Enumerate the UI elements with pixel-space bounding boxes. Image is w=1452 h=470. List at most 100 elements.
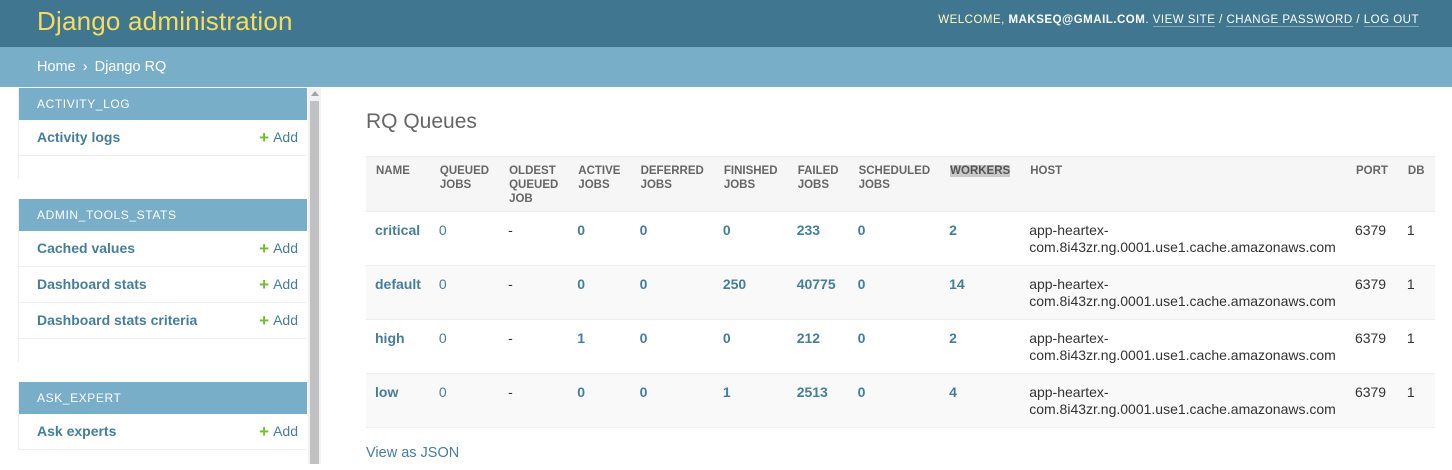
plus-icon: + <box>259 239 270 258</box>
module-caption[interactable]: ASK_EXPERT <box>19 382 307 414</box>
module-admin-tools-stats: ADMIN_TOOLS_STATS Cached values + Add Das… <box>18 199 307 362</box>
col-header-finished-jobs[interactable]: FINISHED JOBS <box>713 156 788 212</box>
add-activity-log-button[interactable]: + Add <box>259 128 298 147</box>
plus-icon: + <box>259 275 270 294</box>
db-cell: 1 <box>1397 265 1435 320</box>
deferred-jobs-link[interactable]: 0 <box>640 384 648 400</box>
site-brand[interactable]: Django administration <box>37 6 293 37</box>
finished-jobs-link[interactable]: 250 <box>723 276 746 292</box>
col-header-active-jobs[interactable]: ACTIVE JOBS <box>568 156 631 212</box>
model-row-ask-experts: Ask experts + Add <box>19 414 307 450</box>
workers-link[interactable]: 4 <box>949 384 957 400</box>
plus-icon: + <box>259 422 270 441</box>
breadcrumb-separator: › <box>82 59 88 75</box>
module-activity-log: ACTIVITY_LOG Activity logs + Add <box>18 88 307 179</box>
queued-jobs-link[interactable]: 0 <box>439 222 447 238</box>
queued-jobs-link[interactable]: 0 <box>439 276 447 292</box>
queued-jobs-link[interactable]: 0 <box>439 330 447 346</box>
log-out-link[interactable]: LOG OUT <box>1363 14 1419 27</box>
user-tools-separator: / <box>1356 14 1361 26</box>
app-sidebar: ACTIVITY_LOG Activity logs + Add ADMIN_TO… <box>18 88 307 470</box>
model-link-ask-experts[interactable]: Ask experts <box>37 423 116 439</box>
host-cell: app-heartex-com.8i43zr.ng.0001.use1.cach… <box>1020 265 1346 320</box>
db-cell: 1 <box>1397 319 1435 374</box>
queue-name-link[interactable]: high <box>375 330 405 346</box>
scrollbar-thumb[interactable] <box>310 101 319 464</box>
header: Django administration WELCOME, MAKSEQ@GM… <box>0 0 1452 47</box>
module-caption[interactable]: ADMIN_TOOLS_STATS <box>19 199 307 231</box>
plus-icon: + <box>259 311 270 330</box>
port-cell: 6379 <box>1345 373 1398 428</box>
col-header-port[interactable]: PORT <box>1345 156 1398 212</box>
table-row: default 0 - 0 0 250 40775 0 14 app-heart… <box>366 265 1435 320</box>
finished-jobs-link[interactable]: 0 <box>723 222 731 238</box>
table-row: low 0 - 0 0 1 2513 0 4 app-heartex-com.8… <box>366 373 1435 428</box>
model-link-dashboard-stats[interactable]: Dashboard stats <box>37 276 147 292</box>
active-jobs-link[interactable]: 0 <box>577 222 585 238</box>
col-header-name[interactable]: NAME <box>366 156 430 212</box>
add-label: Add <box>273 312 298 328</box>
module-caption[interactable]: ACTIVITY_LOG <box>19 88 307 120</box>
active-jobs-link[interactable]: 1 <box>577 330 585 346</box>
col-header-failed-jobs[interactable]: FAILED JOBS <box>787 156 849 212</box>
queue-name-link[interactable]: default <box>375 276 421 292</box>
scroll-up-arrow-icon[interactable] <box>311 91 319 96</box>
host-cell: app-heartex-com.8i43zr.ng.0001.use1.cach… <box>1020 211 1346 266</box>
plus-icon: + <box>259 128 270 147</box>
workers-link[interactable]: 2 <box>949 222 957 238</box>
view-as-json-link[interactable]: View as JSON <box>366 445 459 461</box>
col-header-oldest-queued-job[interactable]: OLDEST QUEUED JOB <box>499 156 569 212</box>
add-ask-expert-button[interactable]: + Add <box>259 422 298 441</box>
deferred-jobs-link[interactable]: 0 <box>640 276 648 292</box>
queue-name-link[interactable]: critical <box>375 222 420 238</box>
deferred-jobs-link[interactable]: 0 <box>640 222 648 238</box>
deferred-jobs-link[interactable]: 0 <box>640 330 648 346</box>
failed-jobs-link[interactable]: 2513 <box>797 384 828 400</box>
col-header-deferred-jobs[interactable]: DEFERRED JOBS <box>630 156 714 212</box>
failed-jobs-link[interactable]: 40775 <box>797 276 836 292</box>
table-row: critical 0 - 0 0 0 233 0 2 app-heartex-c… <box>366 211 1435 266</box>
db-cell: 1 <box>1397 211 1435 266</box>
queues-table: NAME QUEUED JOBS OLDEST QUEUED JOB ACTIVE JO… <box>366 156 1435 428</box>
workers-link[interactable]: 2 <box>949 330 957 346</box>
port-cell: 6379 <box>1345 319 1398 374</box>
model-link-activity-logs[interactable]: Activity logs <box>37 129 120 145</box>
model-link-cached-values[interactable]: Cached values <box>37 240 135 256</box>
add-dashboard-stats-button[interactable]: + Add <box>259 275 298 294</box>
add-cached-value-button[interactable]: + Add <box>259 239 298 258</box>
model-row-dashboard-stats-criteria: Dashboard stats criteria + Add <box>19 303 307 339</box>
active-jobs-link[interactable]: 0 <box>577 276 585 292</box>
col-header-db[interactable]: DB <box>1397 156 1435 212</box>
add-label: Add <box>273 423 298 439</box>
model-link-dashboard-stats-criteria[interactable]: Dashboard stats criteria <box>37 312 197 328</box>
breadcrumb-current: Django RQ <box>94 59 167 75</box>
oldest-queued-job: - <box>508 330 513 346</box>
col-header-scheduled-jobs[interactable]: SCHEDULED JOBS <box>848 156 941 212</box>
col-header-host[interactable]: HOST <box>1020 156 1346 212</box>
queue-name-link[interactable]: low <box>375 384 398 400</box>
port-cell: 6379 <box>1345 265 1398 320</box>
view-site-link[interactable]: VIEW SITE <box>1152 14 1216 27</box>
model-row-activity-logs: Activity logs + Add <box>19 120 307 156</box>
col-header-queued-jobs[interactable]: QUEUED JOBS <box>429 156 500 212</box>
sidebar-scrollbar[interactable] <box>308 88 321 464</box>
scheduled-jobs-link[interactable]: 0 <box>858 222 866 238</box>
scheduled-jobs-link[interactable]: 0 <box>858 384 866 400</box>
queued-jobs-link[interactable]: 0 <box>439 384 447 400</box>
active-jobs-link[interactable]: 0 <box>577 384 585 400</box>
scheduled-jobs-link[interactable]: 0 <box>858 276 866 292</box>
change-password-link[interactable]: CHANGE PASSWORD <box>1226 14 1353 27</box>
failed-jobs-link[interactable]: 212 <box>797 330 820 346</box>
col-header-workers[interactable]: WORKERS <box>940 156 1021 212</box>
workers-link[interactable]: 14 <box>949 276 965 292</box>
add-dashboard-stats-criteria-button[interactable]: + Add <box>259 311 298 330</box>
port-cell: 6379 <box>1345 211 1398 266</box>
db-cell: 1 <box>1397 373 1435 428</box>
oldest-queued-job: - <box>508 276 513 292</box>
scheduled-jobs-link[interactable]: 0 <box>858 330 866 346</box>
breadcrumb-home[interactable]: Home <box>37 59 76 75</box>
host-cell: app-heartex-com.8i43zr.ng.0001.use1.cach… <box>1020 373 1346 428</box>
finished-jobs-link[interactable]: 1 <box>723 384 731 400</box>
failed-jobs-link[interactable]: 233 <box>797 222 820 238</box>
finished-jobs-link[interactable]: 0 <box>723 330 731 346</box>
